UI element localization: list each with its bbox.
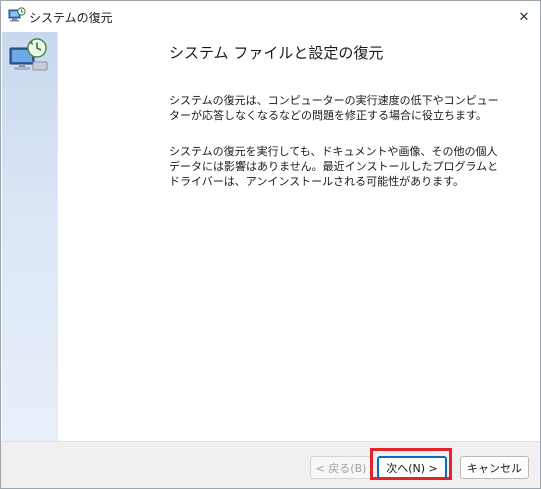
title-bar: システムの復元 ✕ <box>1 1 540 31</box>
description-paragraph-1: システムの復元は、コンピューターの実行速度の低下やコンピューターが応答しなくなる… <box>169 94 499 122</box>
close-button[interactable]: ✕ <box>513 7 535 27</box>
next-button[interactable]: 次へ(N) > <box>377 456 447 479</box>
side-panel <box>2 32 57 441</box>
back-button[interactable]: < 戻る(B) <box>310 456 372 479</box>
description-paragraph-2: システムの復元を実行しても、ドキュメントや画像、その他の個人データには影響はあり… <box>169 145 499 188</box>
system-restore-computer-icon <box>7 37 51 77</box>
button-bar: < 戻る(B) 次へ(N) > キャンセル <box>1 441 540 488</box>
page-heading: システム ファイルと設定の復元 <box>169 44 384 62</box>
panel-divider <box>57 32 58 441</box>
close-icon: ✕ <box>518 9 530 25</box>
window-title: システムの復元 <box>29 11 113 25</box>
cancel-button[interactable]: キャンセル <box>460 456 529 479</box>
system-restore-icon <box>8 7 26 23</box>
system-restore-window: システムの復元 ✕ システム ファイルと設定の復元 システムの復元は、コンピュー… <box>0 0 541 489</box>
